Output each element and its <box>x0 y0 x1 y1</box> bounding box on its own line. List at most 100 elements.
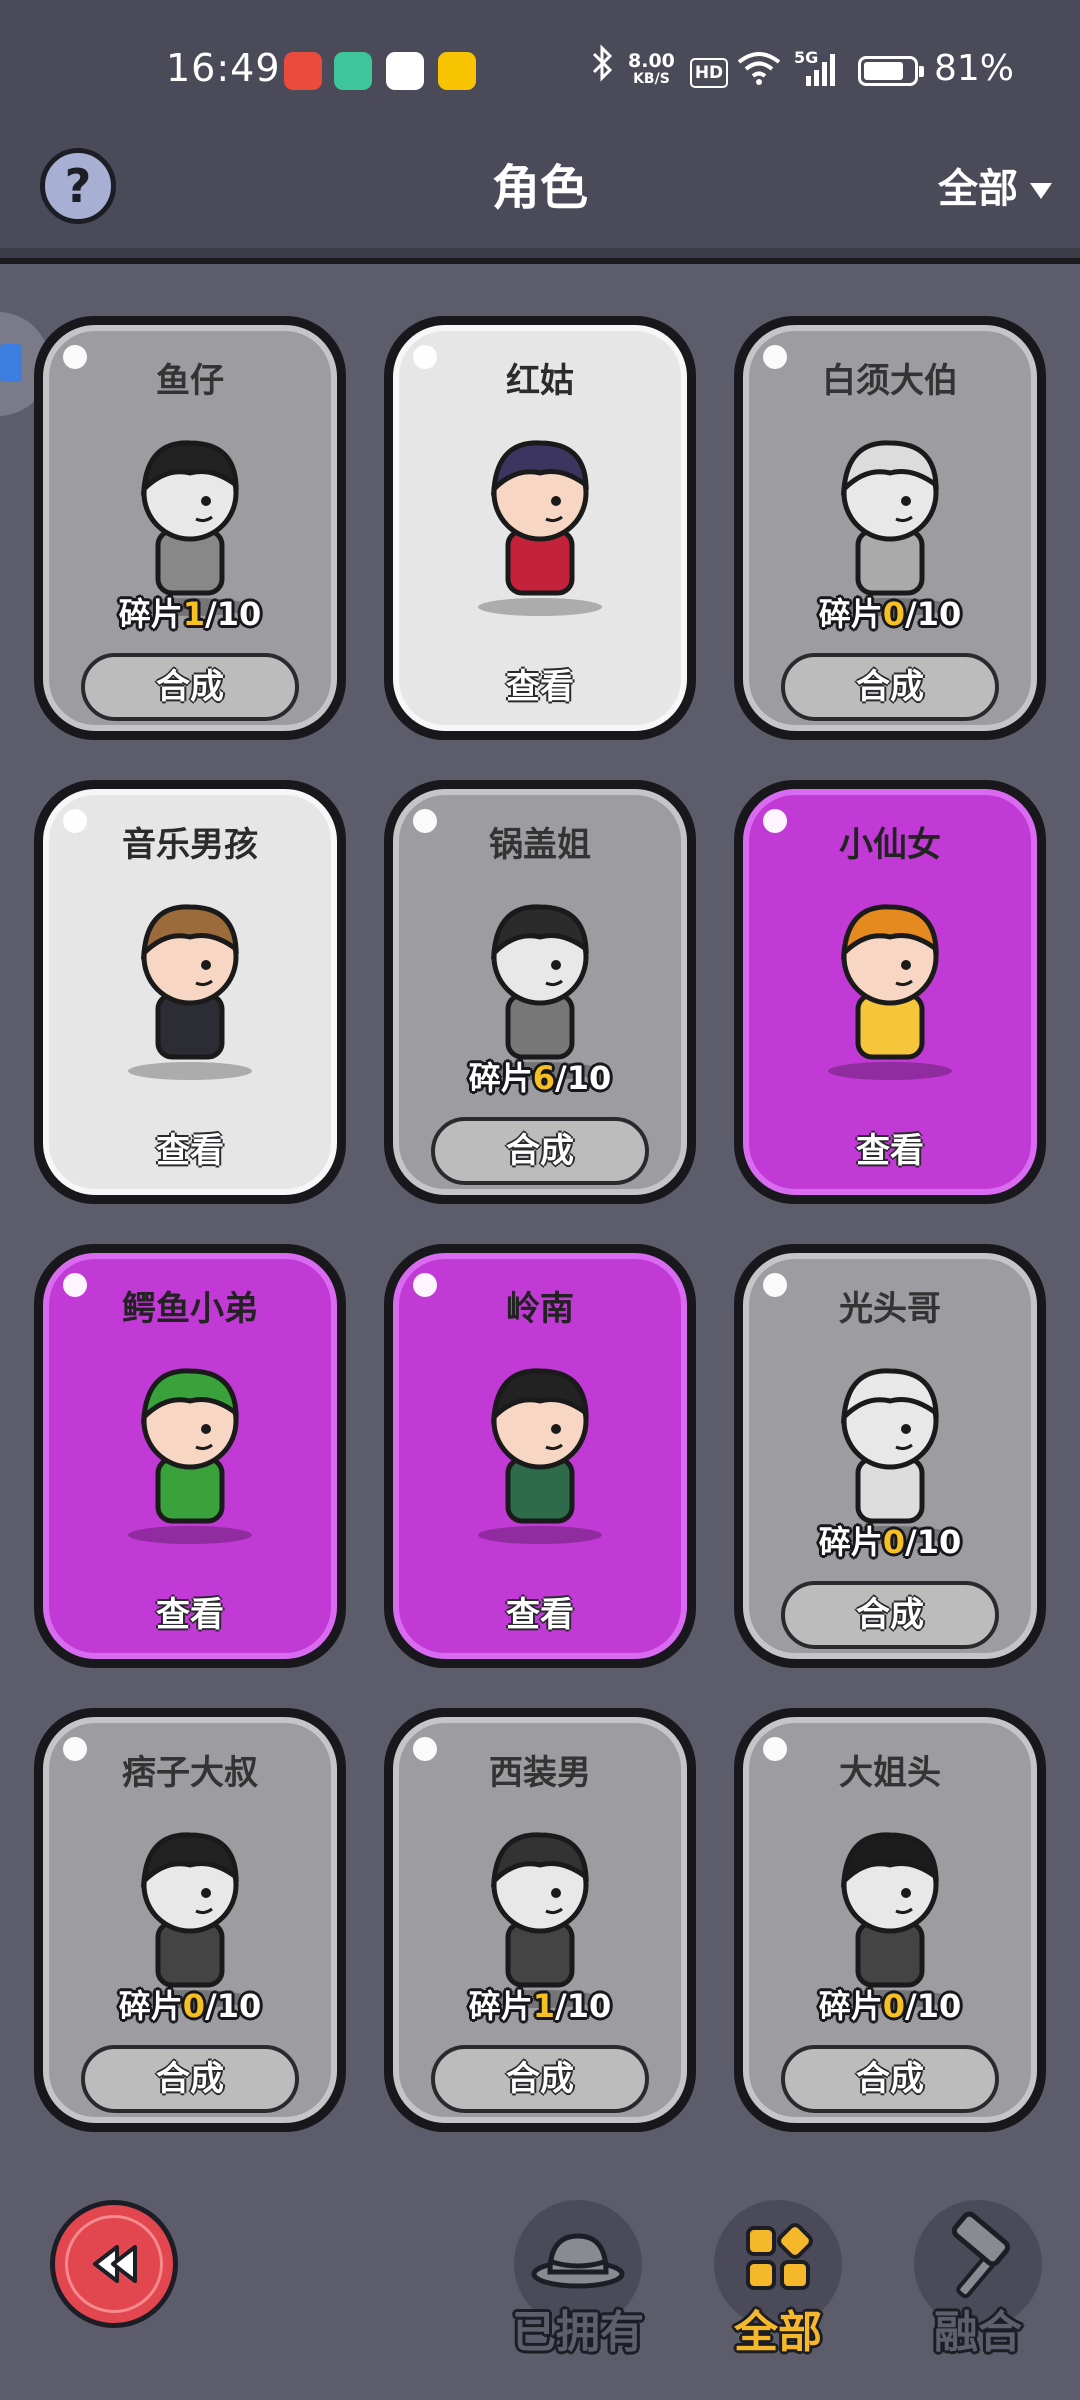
tab-fusion[interactable]: 融合 <box>914 2200 1042 2358</box>
net-speed: 8.00 KB/S <box>628 50 675 88</box>
tab-owned-label: 已拥有 <box>512 2307 644 2358</box>
shard-progress: 碎片0/10 <box>749 589 1031 635</box>
card-face: 音乐男孩 查看 <box>43 789 337 1195</box>
shard-label: 碎片 <box>818 1987 883 2025</box>
character-card[interactable]: 鳄鱼小弟 查看 <box>34 1244 346 1668</box>
character-name: 岭南 <box>506 1289 574 1329</box>
character-card[interactable]: 岭南 查看 <box>384 1244 696 1668</box>
status-time: 16:49 <box>166 46 281 90</box>
tab-owned[interactable]: 已拥有 <box>512 2200 644 2358</box>
shard-label: 碎片 <box>118 1987 183 2025</box>
character-name: 大姐头 <box>839 1753 941 1793</box>
card-face: 鱼仔碎片1/10 合成 <box>43 325 337 731</box>
header-line <box>0 258 1080 264</box>
shard-progress: 碎片1/10 <box>399 1981 681 2027</box>
character-card[interactable]: 小仙女 查看 <box>734 780 1046 1204</box>
character-card[interactable]: 光头哥碎片0/10 合成 <box>734 1244 1046 1668</box>
hd-badge: HD <box>690 58 728 88</box>
filter-dropdown[interactable]: 全部 <box>938 156 1052 214</box>
back-button[interactable] <box>50 2200 178 2328</box>
shard-progress: 碎片0/10 <box>749 1981 1031 2027</box>
view-button[interactable]: 查看 <box>81 1117 299 1185</box>
synthesize-button[interactable]: 合成 <box>781 653 999 721</box>
shard-count: 0 <box>182 1987 206 2025</box>
shard-label: 碎片 <box>468 1059 533 1097</box>
card-face: 痞子大叔碎片0/10 合成 <box>43 1717 337 2123</box>
shard-progress: 碎片0/10 <box>749 1517 1031 1563</box>
filter-label: 全部 <box>938 166 1018 212</box>
page-title: 角色 <box>491 160 588 216</box>
shard-count: 1 <box>532 1987 556 2025</box>
shard-total: /10 <box>205 595 262 633</box>
character-card[interactable]: 白须大伯碎片0/10 合成 <box>734 316 1046 740</box>
shard-count: 0 <box>882 1987 906 2025</box>
synthesize-button[interactable]: 合成 <box>431 2045 649 2113</box>
character-name: 鳄鱼小弟 <box>122 1289 258 1329</box>
view-button[interactable]: 查看 <box>781 1117 999 1185</box>
tab-all[interactable]: 全部 <box>714 2200 842 2358</box>
shard-total: /10 <box>905 595 962 633</box>
shard-label: 碎片 <box>468 1987 533 2025</box>
character-card[interactable]: 大姐头碎片0/10 合成 <box>734 1708 1046 2132</box>
character-portrait <box>128 1368 252 1544</box>
download-icon <box>334 52 372 90</box>
character-name: 白须大伯 <box>822 361 958 401</box>
character-name: 小仙女 <box>839 825 941 865</box>
shard-label: 碎片 <box>118 595 183 633</box>
card-face: 岭南 查看 <box>393 1253 687 1659</box>
character-card[interactable]: 锅盖姐碎片6/10 合成 <box>384 780 696 1204</box>
character-portrait <box>478 1368 602 1544</box>
browser-app-icon <box>386 52 424 90</box>
shard-count: 6 <box>532 1059 556 1097</box>
card-face: 锅盖姐碎片6/10 合成 <box>393 789 687 1195</box>
view-button[interactable]: 查看 <box>431 653 649 721</box>
shard-total: /10 <box>555 1059 612 1097</box>
character-card[interactable]: 西装男 碎片1/10 合成 <box>384 1708 696 2132</box>
synthesize-button[interactable]: 合成 <box>81 2045 299 2113</box>
card-face: 大姐头碎片0/10 合成 <box>743 1717 1037 2123</box>
shard-progress: 碎片6/10 <box>399 1053 681 1099</box>
shard-label: 碎片 <box>818 1523 883 1561</box>
synthesize-button[interactable]: 合成 <box>431 1117 649 1185</box>
shard-count: 0 <box>882 1523 906 1561</box>
card-face: 鳄鱼小弟 查看 <box>43 1253 337 1659</box>
app-notification-icon <box>284 52 322 90</box>
character-name: 鱼仔 <box>156 361 224 401</box>
character-card[interactable]: 鱼仔碎片1/10 合成 <box>34 316 346 740</box>
character-name: 锅盖姐 <box>489 825 591 865</box>
tab-fusion-label: 融合 <box>934 2307 1022 2358</box>
shard-total: /10 <box>905 1987 962 2025</box>
character-name: 光头哥 <box>839 1289 941 1329</box>
shard-label: 碎片 <box>818 595 883 633</box>
synthesize-button[interactable]: 合成 <box>81 653 299 721</box>
shard-count: 1 <box>182 595 206 633</box>
status-bar: 16:49 8.00 KB/S HD 5G 81% <box>0 0 1080 140</box>
character-name: 音乐男孩 <box>122 825 258 865</box>
character-portrait <box>128 904 252 1080</box>
shard-total: /10 <box>555 1987 612 2025</box>
battery-fill <box>864 62 903 80</box>
card-face: 光头哥碎片0/10 合成 <box>743 1253 1037 1659</box>
character-name: 红姑 <box>506 361 574 401</box>
character-card[interactable]: 痞子大叔碎片0/10 合成 <box>34 1708 346 2132</box>
rewind-back-icon <box>93 2245 137 2283</box>
bluetooth-icon <box>590 44 614 91</box>
shard-count: 0 <box>882 595 906 633</box>
character-card[interactable]: 音乐男孩 查看 <box>34 780 346 1204</box>
view-button[interactable]: 查看 <box>81 1581 299 1649</box>
wifi-icon <box>736 50 782 95</box>
battery-percent: 81% <box>934 48 1015 89</box>
synthesize-button[interactable]: 合成 <box>781 2045 999 2113</box>
view-button[interactable]: 查看 <box>431 1581 649 1649</box>
character-portrait <box>478 440 602 616</box>
character-name: 痞子大叔 <box>122 1753 258 1793</box>
shard-total: /10 <box>205 1987 262 2025</box>
shard-total: /10 <box>905 1523 962 1561</box>
character-card[interactable]: 红姑 查看 <box>384 316 696 740</box>
caret-down-icon <box>1030 183 1052 199</box>
synthesize-button[interactable]: 合成 <box>781 1581 999 1649</box>
card-face: 白须大伯碎片0/10 合成 <box>743 325 1037 731</box>
battery-icon <box>858 56 924 86</box>
card-face: 西装男 碎片1/10 合成 <box>393 1717 687 2123</box>
card-face: 小仙女 查看 <box>743 789 1037 1195</box>
